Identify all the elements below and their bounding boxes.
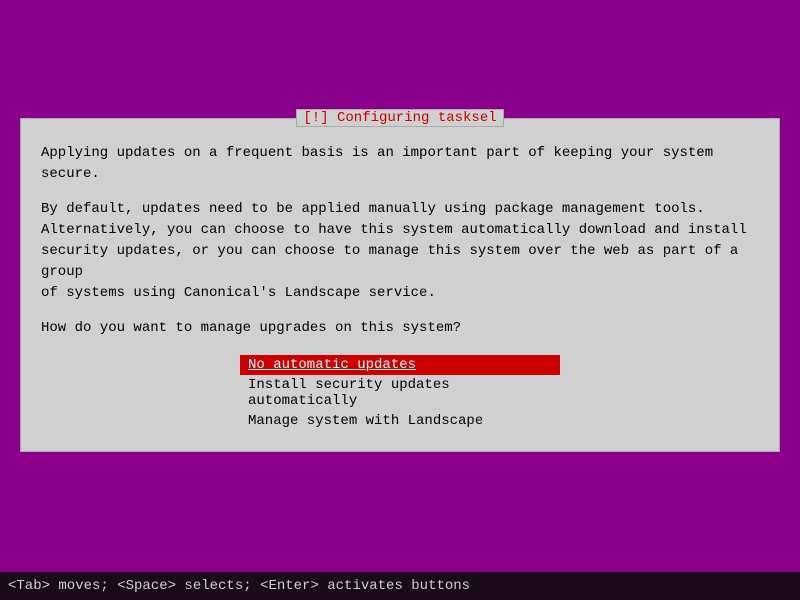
dialog-container: [!] Configuring tasksel Applying updates… [20,118,780,452]
title-line-right [508,118,775,119]
dialog-title-bar: [!] Configuring tasksel [21,109,779,127]
dialog-body: Applying updates on a frequent basis is … [21,119,779,451]
dialog-title: [!] Configuring tasksel [296,109,503,127]
paragraph2: By default, updates need to be applied m… [41,199,759,304]
question: How do you want to manage upgrades on th… [41,318,759,339]
option-manage-with-landscape[interactable]: Manage system with Landscape [240,411,560,431]
option-install-security-updates[interactable]: Install security updates automatically [240,375,560,411]
status-bar-text: <Tab> moves; <Space> selects; <Enter> ac… [8,578,470,594]
title-line-left [25,118,292,119]
option-no-automatic-updates[interactable]: No automatic updates [240,355,560,375]
options-list: No automatic updates Install security up… [240,355,560,431]
status-bar: <Tab> moves; <Space> selects; <Enter> ac… [0,572,800,600]
paragraph1: Applying updates on a frequent basis is … [41,143,759,185]
